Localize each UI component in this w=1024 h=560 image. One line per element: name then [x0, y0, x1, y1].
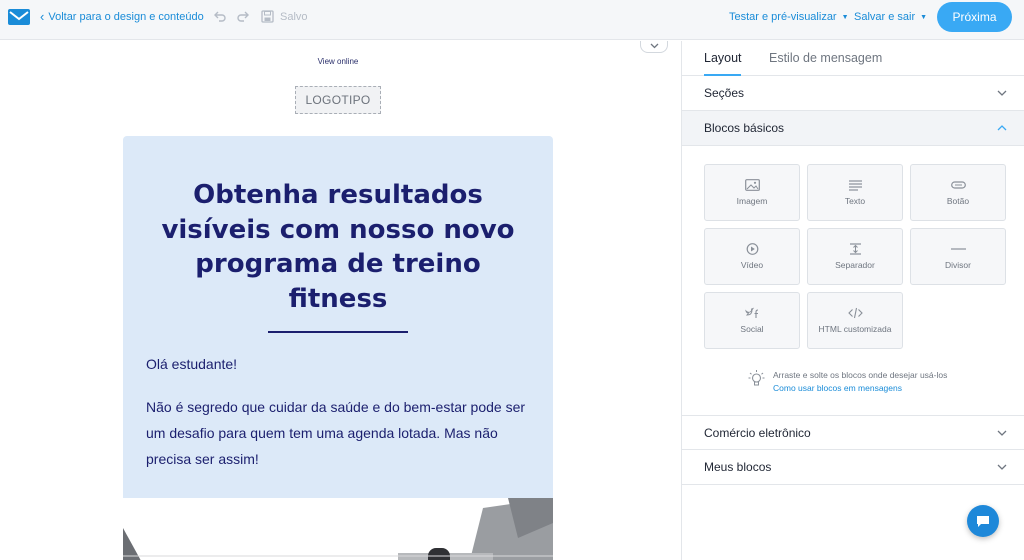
floppy-disk-icon: [261, 10, 274, 23]
block-social-label: Social: [740, 324, 764, 334]
back-link-label: Voltar para o design e conteúdo: [48, 11, 204, 23]
collapse-toggle[interactable]: [640, 41, 668, 53]
block-divider-label: Divisor: [945, 260, 971, 270]
basic-blocks-grid: Imagem Texto Botão Vídeo Separador Divis…: [704, 164, 1006, 354]
block-text[interactable]: Texto: [807, 164, 903, 221]
redo-icon[interactable]: [236, 10, 250, 24]
section-basic-blocks-label: Blocos básicos: [704, 121, 785, 135]
hero-block[interactable]: Obtenha resultados visíveis com nosso no…: [123, 136, 553, 498]
blocks-hint: Arraste e solte os blocos onde desejar u…: [748, 369, 947, 394]
block-divider[interactable]: Divisor: [910, 228, 1006, 285]
block-custom-html[interactable]: HTML customizada: [807, 292, 903, 349]
divider-icon: [951, 248, 966, 250]
email-canvas: View online LOGOTIPO Obtenha resultados …: [0, 41, 681, 560]
chat-support-button[interactable]: [967, 505, 999, 537]
code-icon: [848, 307, 863, 319]
caret-down-icon: ▼: [841, 13, 849, 21]
section-sections-label: Seções: [704, 86, 745, 100]
button-icon: [951, 181, 966, 189]
hero-title: Obtenha resultados visíveis com nosso no…: [161, 180, 515, 314]
block-spacer[interactable]: Separador: [807, 228, 903, 285]
lightbulb-icon: [748, 370, 765, 386]
chevron-down-icon: [997, 90, 1007, 96]
section-my-blocks-label: Meus blocos: [704, 460, 772, 474]
section-my-blocks[interactable]: Meus blocos: [682, 450, 1024, 485]
panel-tabs: Layout Estilo de mensagem: [682, 41, 1024, 76]
view-online-link[interactable]: View online: [0, 57, 676, 66]
chevron-left-icon: ‹: [40, 9, 45, 24]
section-sections[interactable]: Seções: [682, 76, 1024, 111]
block-social[interactable]: Social: [704, 292, 800, 349]
test-preview-dropdown[interactable]: Testar e pré-visualizar ▼: [729, 11, 849, 23]
save-exit-dropdown[interactable]: Salvar e sair ▼: [854, 11, 927, 23]
hint-message: Arraste e solte os blocos onde desejar u…: [773, 370, 948, 380]
caret-down-icon: ▼: [920, 13, 928, 21]
chevron-down-icon: [997, 464, 1007, 470]
chat-bubble-icon: [977, 515, 989, 527]
section-ecommerce[interactable]: Comércio eletrônico: [682, 415, 1024, 450]
brand-logo-icon[interactable]: [8, 9, 30, 25]
chevron-up-icon: [997, 125, 1007, 131]
chevron-down-icon: [997, 430, 1007, 436]
save-exit-label: Salvar e sair: [854, 11, 916, 23]
block-video[interactable]: Vídeo: [704, 228, 800, 285]
blocks-help-link[interactable]: Como usar blocos em mensagens: [773, 382, 947, 395]
spacer-icon: [850, 243, 861, 255]
chevron-down-icon: [650, 43, 658, 49]
text-icon: [849, 180, 862, 191]
block-button[interactable]: Botão: [910, 164, 1006, 221]
section-ecommerce-label: Comércio eletrônico: [704, 425, 811, 440]
block-custom-html-label: HTML customizada: [818, 324, 892, 334]
top-bar: ‹ Voltar para o design e conteúdo Salvo …: [0, 0, 1024, 40]
save-state-label: Salvo: [280, 10, 308, 23]
hint-text: Arraste e solte os blocos onde desejar u…: [773, 369, 947, 394]
back-to-design-link[interactable]: ‹ Voltar para o design e conteúdo: [40, 9, 204, 24]
tab-layout[interactable]: Layout: [704, 51, 742, 65]
block-button-label: Botão: [946, 196, 970, 206]
undo-icon[interactable]: [213, 10, 227, 24]
image-icon: [745, 179, 760, 191]
greeting-text: Olá estudante!: [146, 356, 238, 372]
play-icon: [746, 243, 759, 255]
block-text-label: Texto: [844, 196, 866, 206]
block-image[interactable]: Imagem: [704, 164, 800, 221]
save-state: Salvo: [261, 10, 308, 23]
tab-message-style[interactable]: Estilo de mensagem: [769, 51, 882, 65]
logo-placeholder[interactable]: LOGOTIPO: [295, 86, 381, 114]
body-text: Não é segredo que cuidar da saúde e do b…: [146, 399, 526, 467]
block-video-label: Vídeo: [740, 260, 764, 270]
test-preview-label: Testar e pré-visualizar: [729, 11, 837, 23]
next-button[interactable]: Próxima: [937, 2, 1012, 32]
hero-photo[interactable]: [123, 498, 553, 560]
block-image-label: Imagem: [736, 196, 768, 206]
hero-divider: [268, 331, 408, 333]
block-spacer-label: Separador: [835, 260, 875, 270]
social-icon: [745, 307, 759, 318]
photo-image: [123, 498, 553, 560]
editor-panel: Layout Estilo de mensagem Seções Blocos …: [681, 41, 1024, 560]
section-basic-blocks[interactable]: Blocos básicos: [682, 111, 1024, 146]
